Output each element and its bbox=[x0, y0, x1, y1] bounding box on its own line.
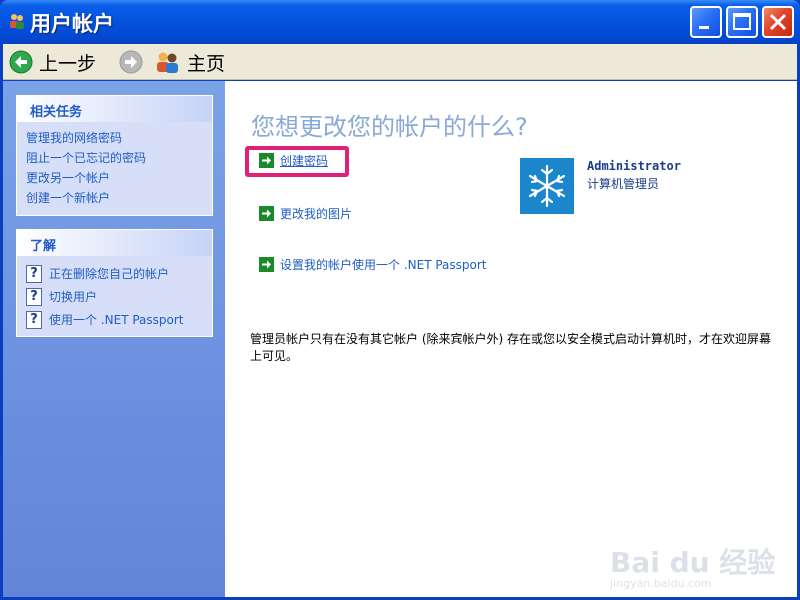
back-button[interactable]: 上一步 bbox=[9, 48, 96, 76]
learn-item-label: 切换用户 bbox=[49, 290, 98, 304]
action-label: 创建密码 bbox=[280, 154, 329, 168]
back-arrow-icon bbox=[9, 50, 33, 74]
user-avatar bbox=[520, 158, 574, 214]
create-password-link[interactable]: 创建密码 bbox=[259, 152, 328, 169]
change-picture-link[interactable]: 更改我的图片 bbox=[259, 205, 352, 222]
learn-delete-own-account[interactable]: ? 正在删除您自己的帐户 bbox=[26, 262, 212, 285]
minimize-button[interactable] bbox=[690, 6, 722, 38]
learn-item-label: 正在删除您自己的帐户 bbox=[49, 267, 170, 281]
related-tasks-header: 相关任务 bbox=[17, 96, 212, 122]
page-title: 您想更改您的帐户的什么? bbox=[251, 113, 528, 141]
window-title: 用户帐户 bbox=[30, 12, 114, 36]
task-sidebar: 相关任务 管理我的网络密码 阻止一个已忘记的密码 更改另一个帐户 创建一个新帐户… bbox=[3, 81, 225, 597]
main-content: 您想更改您的帐户的什么? 创建密码 更改我的图片 设置我的帐户使用一个 .NET… bbox=[225, 81, 797, 597]
action-label: 设置我的帐户使用一个 .NET Passport bbox=[280, 258, 487, 272]
forward-button[interactable] bbox=[119, 48, 143, 76]
home-button[interactable]: 主页 bbox=[155, 48, 225, 76]
home-users-icon bbox=[157, 52, 178, 73]
close-icon bbox=[769, 13, 787, 31]
learn-panel: 了解 ? 正在删除您自己的帐户 ? 切换用户 ? 使用一个 .NET Passp… bbox=[16, 229, 213, 337]
related-tasks-panel: 相关任务 管理我的网络密码 阻止一个已忘记的密码 更改另一个帐户 创建一个新帐户 bbox=[16, 95, 213, 216]
learn-switch-user[interactable]: ? 切换用户 bbox=[26, 285, 212, 308]
help-icon: ? bbox=[26, 264, 42, 283]
home-label: 主页 bbox=[187, 52, 226, 75]
learn-item-label: 使用一个 .NET Passport bbox=[49, 313, 184, 327]
title-bar[interactable]: 用户帐户 bbox=[0, 0, 800, 44]
set-net-passport-link[interactable]: 设置我的帐户使用一个 .NET Passport bbox=[259, 256, 487, 273]
watermark-url: jingyan.baidu.com bbox=[610, 577, 712, 590]
task-create-new-account[interactable]: 创建一个新帐户 bbox=[26, 188, 212, 208]
watermark-text: Bai du 经验 bbox=[610, 546, 776, 579]
help-icon: ? bbox=[26, 287, 42, 306]
learn-header: 了解 bbox=[17, 230, 212, 256]
users-icon bbox=[10, 14, 24, 29]
maximize-icon bbox=[733, 13, 751, 30]
minimize-icon bbox=[699, 26, 709, 29]
green-arrow-icon bbox=[259, 153, 274, 168]
snowflake-icon bbox=[528, 164, 566, 208]
task-change-another-account[interactable]: 更改另一个帐户 bbox=[26, 168, 212, 188]
back-label: 上一步 bbox=[39, 52, 97, 75]
maximize-button[interactable] bbox=[726, 6, 758, 38]
forward-arrow-icon bbox=[119, 50, 143, 74]
user-role: 计算机管理员 bbox=[587, 177, 660, 191]
green-arrow-icon bbox=[259, 257, 274, 272]
toolbar: 上一步 主页 bbox=[3, 44, 797, 80]
learn-net-passport[interactable]: ? 使用一个 .NET Passport bbox=[26, 308, 212, 331]
action-label: 更改我的图片 bbox=[280, 207, 353, 221]
close-button[interactable] bbox=[762, 6, 794, 38]
task-prevent-forgotten-password[interactable]: 阻止一个已忘记的密码 bbox=[26, 148, 212, 168]
baidu-watermark: Bai du 经验 jingyan.baidu.com bbox=[610, 521, 775, 593]
admin-visibility-note: 管理员帐户只有在没有其它帐户 (除来宾帐户外) 存在或您以安全模式启动计算机时，… bbox=[250, 332, 771, 363]
task-manage-network-passwords[interactable]: 管理我的网络密码 bbox=[26, 128, 212, 148]
help-icon: ? bbox=[26, 310, 42, 329]
user-name: Administrator bbox=[587, 159, 681, 173]
green-arrow-icon bbox=[259, 206, 274, 221]
